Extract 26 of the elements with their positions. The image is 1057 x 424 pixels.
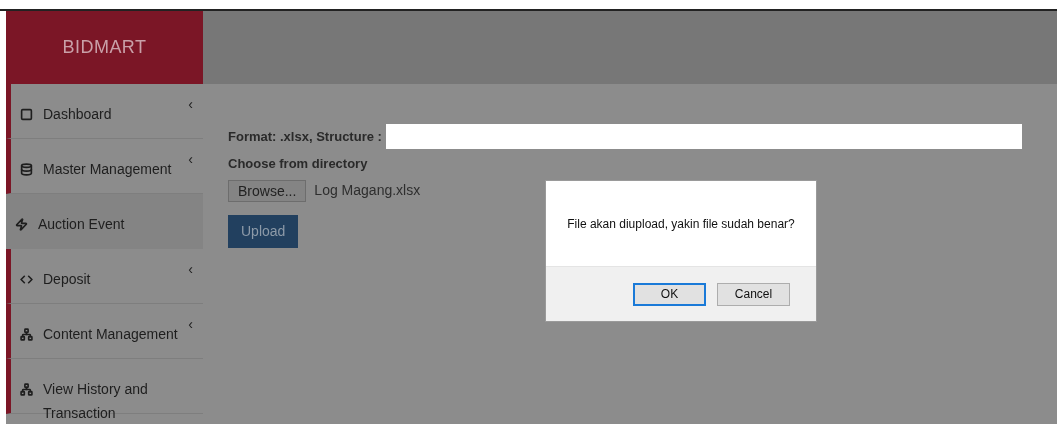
menu-label: Auction Event [38, 215, 125, 234]
caret-icon: ‹ [188, 94, 193, 115]
menu-icon [20, 383, 33, 396]
dialog-button[interactable]: Cancel [717, 282, 790, 306]
brand-logo[interactable]: BIDMART [62, 34, 147, 61]
dialog-message: File akan diupload, yakin file sudah benar? [567, 215, 795, 233]
structure-field[interactable] [385, 124, 1022, 149]
menu-icon [20, 273, 33, 286]
file-name: Log Magang.xlsx [314, 181, 421, 200]
choose-label: Choose from directory [228, 155, 369, 173]
browse-button[interactable]: Browse... [228, 179, 307, 202]
dialog-button[interactable]: OK [633, 282, 706, 306]
sidebar-item[interactable]: Auction Event [6, 194, 203, 249]
menu-icon [20, 328, 33, 341]
format-label: Format: .xlsx, Structure : [228, 127, 382, 146]
menu-icon [15, 218, 28, 231]
caret-icon: ‹ [188, 149, 193, 170]
caret-icon: ‹ [188, 259, 193, 280]
menu-label: Dashboard [43, 105, 112, 124]
menu-icon [20, 108, 33, 121]
menu-label: Content Management [43, 325, 178, 344]
caret-icon: ‹ [188, 314, 193, 335]
menu-label: Master Management [43, 160, 172, 179]
menu-label: Deposit [43, 270, 91, 289]
upload-button[interactable]: Upload [228, 214, 299, 248]
menu-icon [20, 163, 33, 176]
